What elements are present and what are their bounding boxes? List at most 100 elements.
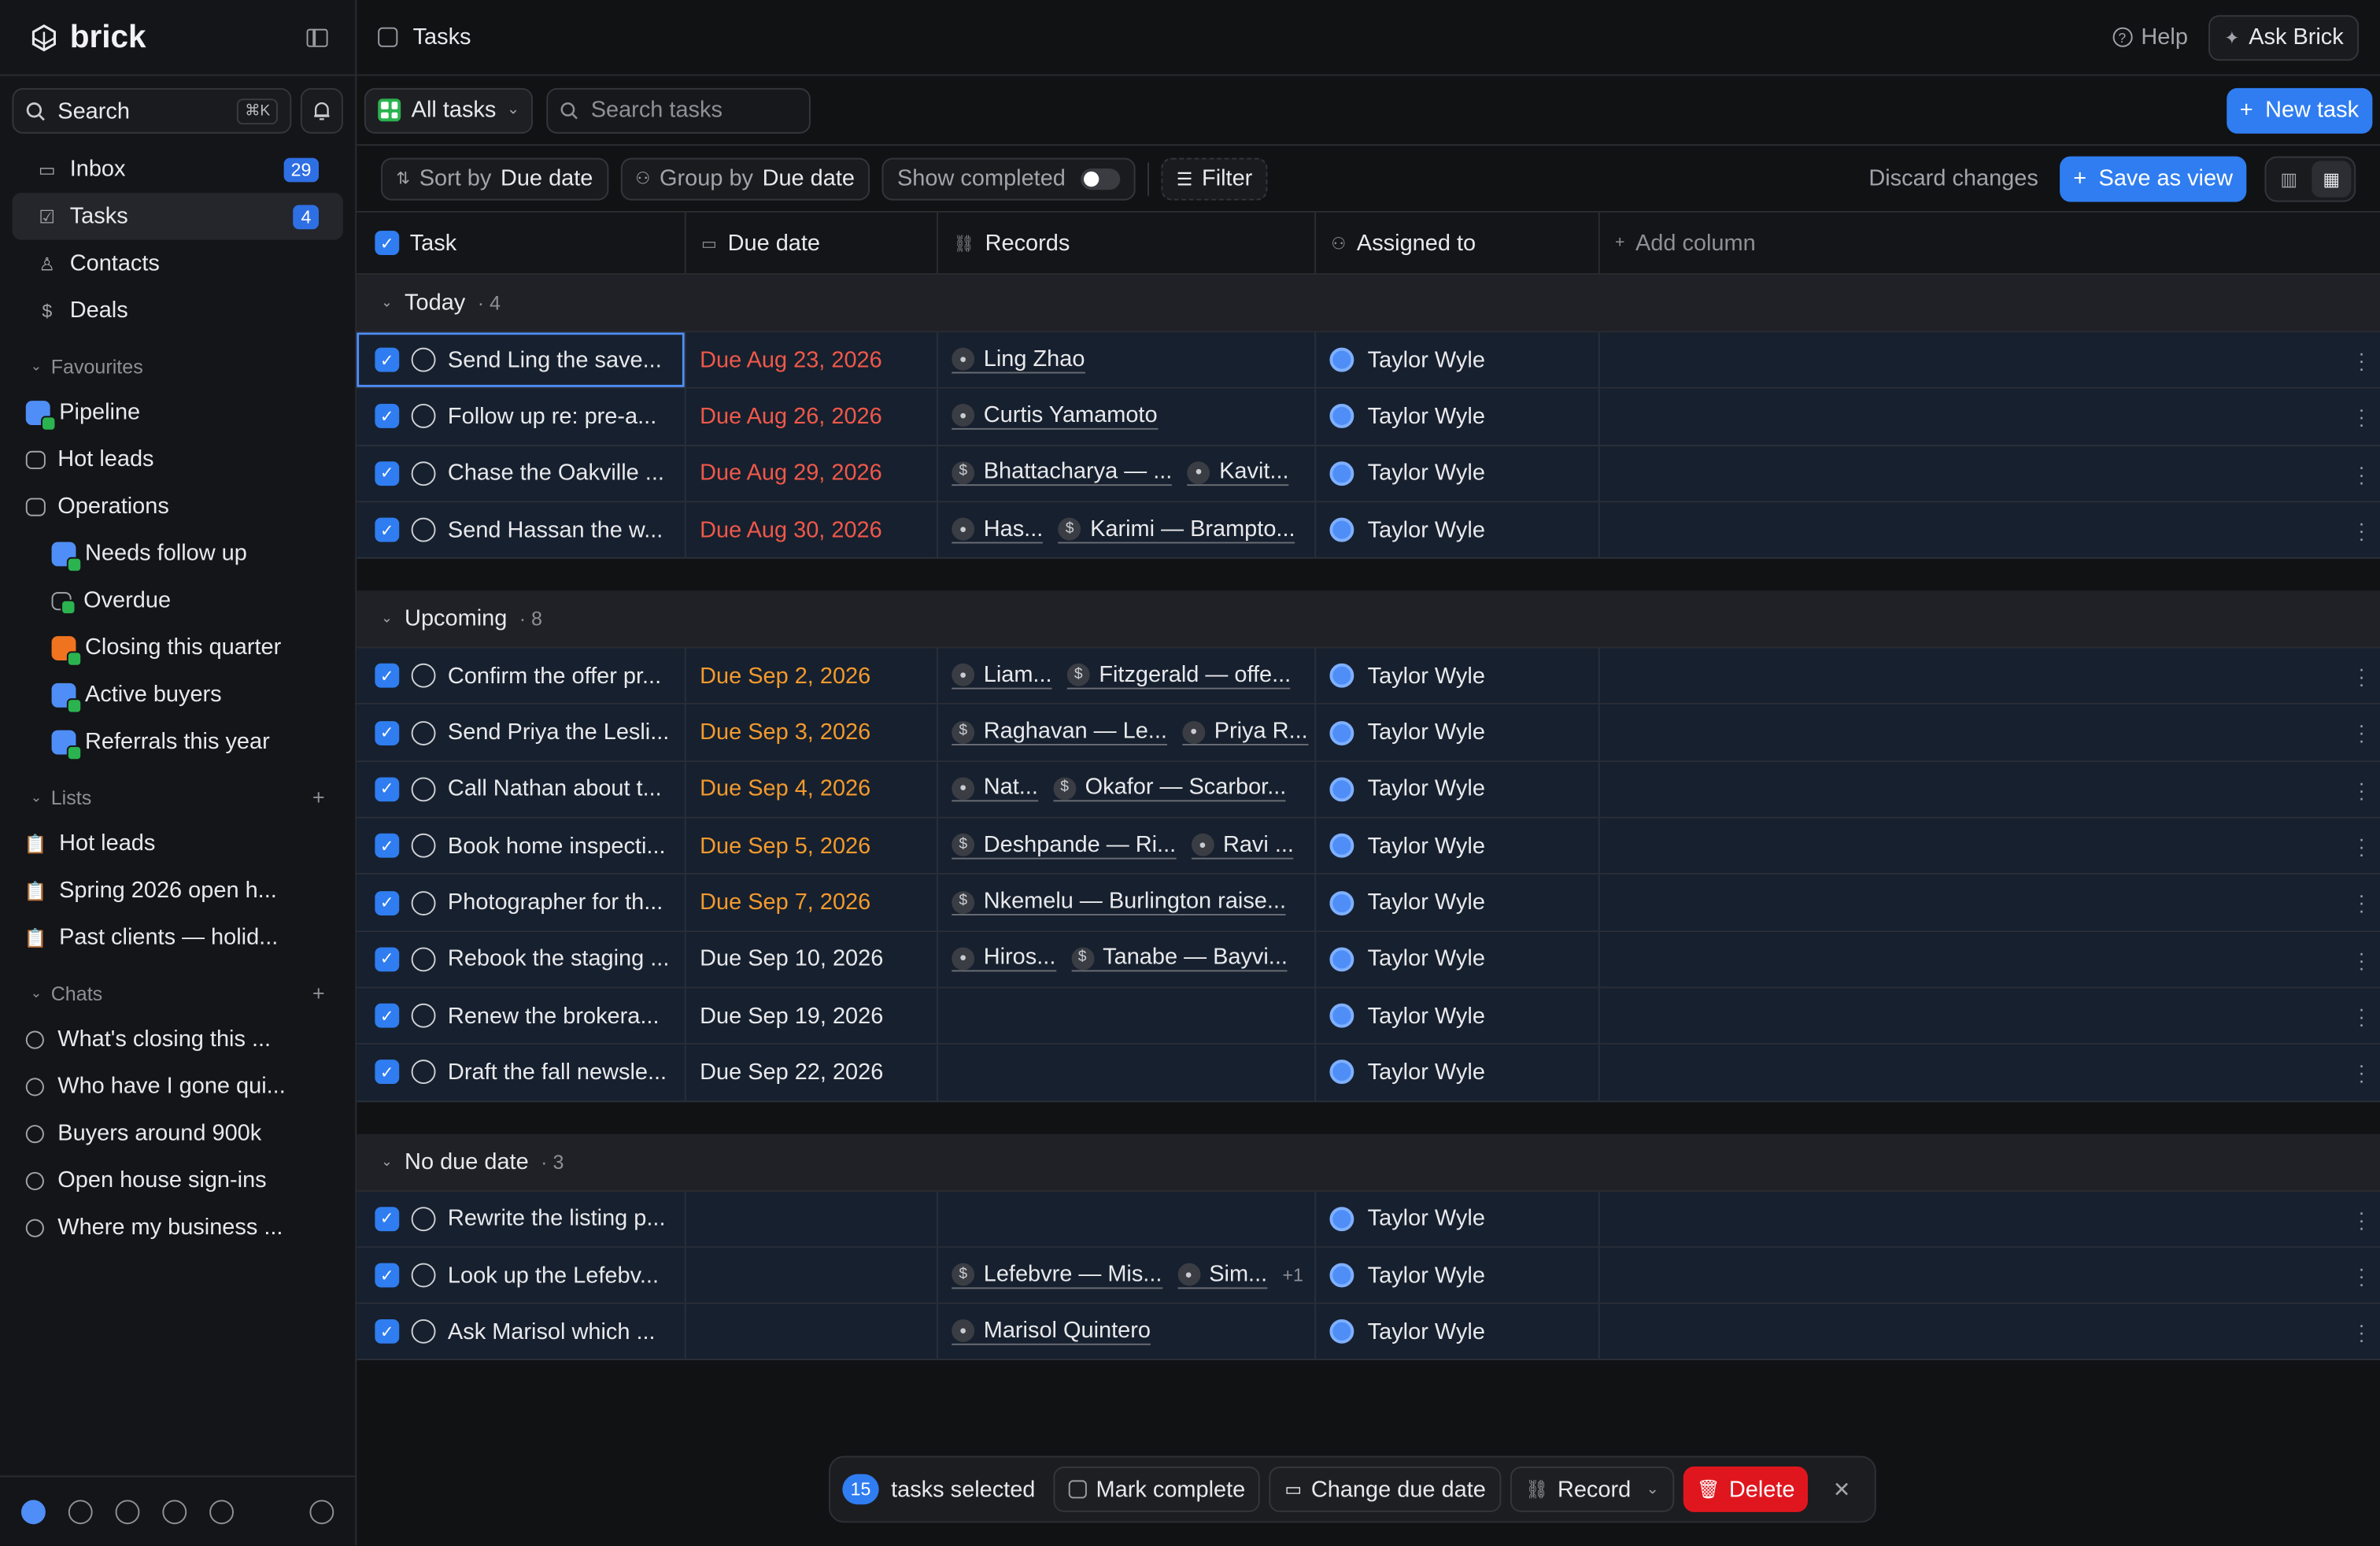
assignee-cell[interactable]: Taylor Wyle — [1316, 648, 1600, 704]
due-date-cell[interactable]: Due Sep 4, 2026 — [686, 761, 938, 817]
assignee-cell[interactable]: Taylor Wyle — [1316, 1304, 1600, 1359]
complete-circle[interactable] — [411, 517, 436, 542]
row-checkbox[interactable]: ✓ — [375, 890, 400, 915]
more-vertical-icon[interactable]: · · · — [2358, 1259, 2364, 1293]
lightbulb-icon[interactable] — [162, 1499, 187, 1524]
task-cell[interactable]: ✓ Send Hassan the w... — [357, 502, 686, 558]
complete-circle[interactable] — [411, 1319, 436, 1344]
table-row[interactable]: ✓ Book home inspecti... Due Sep 5, 2026 $ De… — [357, 818, 2380, 875]
row-checkbox[interactable]: ✓ — [375, 664, 400, 689]
group-by-button[interactable]: ⚇ Group by Due date — [620, 157, 870, 200]
complete-circle[interactable] — [411, 404, 436, 429]
row-checkbox[interactable]: ✓ — [375, 347, 400, 372]
task-cell[interactable]: ✓ Draft the fall newsle... — [357, 1045, 686, 1100]
feedback-icon[interactable] — [209, 1499, 235, 1524]
task-cell[interactable]: ✓ Renew the brokera... — [357, 988, 686, 1044]
row-checkbox[interactable]: ✓ — [375, 1206, 400, 1231]
records-cell[interactable] — [938, 1191, 1317, 1247]
save-as-view-button[interactable]: + Save as view — [2059, 155, 2247, 202]
task-cell[interactable]: ✓ Look up the Lefebv... — [357, 1248, 686, 1304]
complete-circle[interactable] — [411, 460, 436, 486]
due-date-cell[interactable]: Due Aug 29, 2026 — [686, 446, 938, 501]
group-header[interactable]: ⌄ Upcoming · 8 — [357, 590, 2380, 649]
mark-complete-button[interactable]: Mark complete — [1053, 1466, 1261, 1512]
row-checkbox[interactable]: ✓ — [375, 1263, 400, 1288]
new-task-button[interactable]: + New task — [2226, 87, 2373, 133]
group-header[interactable]: ⌄ Today · 4 — [357, 275, 2380, 333]
complete-circle[interactable] — [411, 664, 436, 689]
record-chip[interactable]: $ Fitzgerald — offe... — [1066, 663, 1292, 690]
favourites-header[interactable]: ⌄ Favourites — [0, 343, 355, 389]
more-vertical-icon[interactable]: · · · — [2358, 1202, 2364, 1237]
column-header-add-column[interactable]: + Add column — [1600, 213, 2380, 273]
complete-circle[interactable] — [411, 347, 436, 372]
task-cell[interactable]: ✓ Ask Marisol which ... — [357, 1304, 686, 1359]
table-row[interactable]: ✓ Send Priya the Lesli... Due Sep 3, 2026 $… — [357, 705, 2380, 762]
assignee-cell[interactable]: Taylor Wyle — [1316, 1045, 1600, 1100]
table-row[interactable]: ✓ Rebook the staging ... Due Sep 10, 2026 ●… — [357, 931, 2380, 989]
add-list-icon[interactable]: + — [312, 785, 325, 809]
add-chat-icon[interactable]: + — [312, 981, 325, 1005]
select-all-checkbox[interactable]: ✓ — [375, 231, 400, 256]
complete-circle[interactable] — [411, 720, 436, 745]
record-chip[interactable]: $ Nkemelu — Burlington raise... — [952, 889, 1287, 915]
record-button[interactable]: ⛓ Record ⌄ — [1510, 1466, 1674, 1512]
chat-item[interactable]: Where my business ... — [0, 1204, 355, 1251]
task-cell[interactable]: ✓ Chase the Oakville ... — [357, 446, 686, 501]
row-checkbox[interactable]: ✓ — [375, 1004, 400, 1028]
record-chip[interactable]: $ Okafor — Scarbor... — [1053, 775, 1287, 803]
records-cell[interactable]: $ Lefebvre — Mis... ● Sim... +1 — [938, 1248, 1317, 1304]
row-checkbox[interactable]: ✓ — [375, 777, 400, 802]
table-row[interactable]: ✓ Call Nathan about t... Due Sep 4, 2026 ● N… — [357, 761, 2380, 819]
filter-button[interactable]: ☰ Filter — [1161, 157, 1268, 200]
more-vertical-icon[interactable]: · · · — [2358, 772, 2364, 807]
records-cell[interactable]: $ Bhattacharya — ... ● Kavit... — [938, 446, 1317, 501]
chat-item[interactable]: Open house sign-ins — [0, 1157, 355, 1204]
task-cell[interactable]: ✓ Confirm the offer pr... — [357, 648, 686, 704]
table-row[interactable]: ✓ Follow up re: pre-a... Due Aug 26, 2026 ●… — [357, 389, 2380, 446]
favourite-item[interactable]: Referrals this year — [0, 718, 355, 765]
sidebar-search[interactable]: Search ⌘K — [12, 87, 292, 134]
record-chip[interactable]: $ Deshpande — Ri... — [952, 832, 1177, 860]
assignee-cell[interactable]: Taylor Wyle — [1316, 502, 1600, 558]
record-chip[interactable]: ● Ravi ... — [1191, 832, 1294, 860]
due-date-cell[interactable]: Due Sep 22, 2026 — [686, 1045, 938, 1100]
search-tasks-input[interactable]: Search tasks — [546, 87, 811, 133]
complete-circle[interactable] — [411, 777, 436, 802]
assignee-cell[interactable]: Taylor Wyle — [1316, 988, 1600, 1044]
task-cell[interactable]: ✓ Photographer for th... — [357, 875, 686, 930]
complete-circle[interactable] — [411, 1263, 436, 1288]
table-row[interactable]: ✓ Photographer for th... Due Sep 7, 2026 $ N… — [357, 875, 2380, 932]
column-header-records[interactable]: ⛓ Records — [938, 213, 1317, 274]
records-cell[interactable] — [938, 1045, 1317, 1100]
records-cell[interactable]: $ Nkemelu — Burlington raise... — [938, 875, 1317, 930]
lists-header[interactable]: ⌄ Lists + — [0, 775, 355, 820]
task-cell[interactable]: ✓ Send Priya the Lesli... — [357, 705, 686, 760]
records-cell[interactable]: ● Marisol Quintero — [938, 1304, 1317, 1359]
assignee-cell[interactable]: Taylor Wyle — [1316, 875, 1600, 930]
chat-item[interactable]: Buyers around 900k — [0, 1110, 355, 1157]
table-row[interactable]: ✓ Send Ling the save... Due Aug 23, 2026 ● L… — [357, 332, 2380, 390]
row-checkbox[interactable]: ✓ — [375, 517, 400, 542]
assignee-cell[interactable]: Taylor Wyle — [1316, 761, 1600, 817]
discard-changes-button[interactable]: Discard changes — [1868, 165, 2038, 191]
record-chip[interactable]: $ Bhattacharya — ... — [952, 460, 1173, 486]
row-checkbox[interactable]: ✓ — [375, 1060, 400, 1085]
due-date-cell[interactable] — [686, 1191, 938, 1247]
due-date-cell[interactable] — [686, 1248, 938, 1304]
record-chip[interactable]: ● Liam... — [952, 663, 1052, 690]
assignee-cell[interactable]: Taylor Wyle — [1316, 389, 1600, 445]
favourite-item[interactable]: Overdue — [0, 577, 355, 624]
more-vertical-icon[interactable]: · · · — [2358, 1056, 2364, 1090]
list-item[interactable]: 📋 Past clients — holid... — [0, 914, 355, 961]
task-cell[interactable]: ✓ Follow up re: pre-a... — [357, 389, 686, 445]
complete-circle[interactable] — [411, 1004, 436, 1028]
assignee-cell[interactable]: Taylor Wyle — [1316, 1191, 1600, 1247]
show-completed-toggle[interactable]: Show completed — [881, 157, 1136, 200]
due-date-cell[interactable]: Due Sep 3, 2026 — [686, 705, 938, 760]
record-chip[interactable]: ● Hiros... — [952, 945, 1056, 972]
sidebar-item-contacts[interactable]: ♙ Contacts — [12, 240, 342, 287]
complete-circle[interactable] — [411, 834, 436, 859]
more-vertical-icon[interactable]: · · · — [2358, 659, 2364, 693]
records-cell[interactable]: $ Raghavan — Le... ● Priya R... — [938, 705, 1317, 760]
